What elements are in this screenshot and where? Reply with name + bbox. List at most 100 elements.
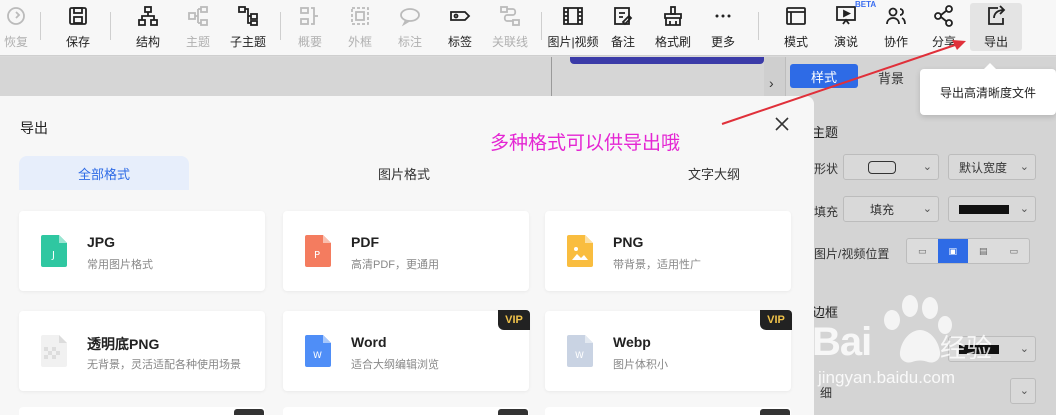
format-card-partial[interactable] [283,407,529,415]
collaborate-icon [884,4,908,28]
word-file-icon: W [305,335,331,367]
toolbar-frame-button[interactable]: 外框 [332,3,388,51]
toolbar-present-button[interactable]: 演说 [818,3,874,51]
width-select[interactable]: 默认宽度 ⌄ [948,154,1036,180]
toolbar-mode-button[interactable]: 模式 [768,3,824,51]
toolbar-relation-line-button[interactable]: 关联线 [482,3,538,51]
format-name: PNG [613,234,644,250]
toolbar-more-button[interactable]: 更多 [695,3,751,51]
format-card-jpg[interactable]: J JPG 常用图片格式 [19,211,265,291]
chevron-down-icon: ⌄ [1019,161,1029,173]
format-description: 图片体积小 [613,359,668,371]
summary-icon [298,4,322,28]
more-icon [711,4,735,28]
toolbar-separator [541,12,542,40]
border-width-select[interactable]: ⌄ [1010,378,1036,404]
toolbar-callout-button[interactable]: 标注 [382,3,438,51]
position-right-option[interactable]: ▭ [999,239,1030,263]
annotation-text: 多种格式可以供导出哦 [490,133,681,154]
vip-badge-partial [234,409,264,415]
chevron-down-icon: ⌄ [922,161,932,173]
shape-label: 形状 [814,162,839,176]
pdf-file-icon: P [305,235,331,267]
close-icon[interactable] [772,114,792,134]
format-name: Word [351,334,387,350]
format-card-transparent-png[interactable]: 透明底PNG 无背景，灵活适配各种使用场景 [19,311,265,391]
position-left-option[interactable]: ▭ [907,239,938,263]
toolbar-topic-button[interactable]: 主题 [170,3,226,51]
format-card-pdf[interactable]: P PDF 高清PDF，更通用 [283,211,529,291]
png-file-icon [567,235,593,267]
tab-background[interactable]: 背景 [878,68,904,87]
canvas-topic-node[interactable] [570,57,764,64]
svg-text:W: W [313,351,322,361]
section-topic-heading: 主题 [812,125,839,140]
toolbar-save-button[interactable]: 保存 [50,3,106,51]
toolbar-image-video-button[interactable]: 图片|视频 [545,3,601,51]
toolbar-separator [40,12,41,40]
tab-image-formats[interactable]: 图片格式 [319,156,489,190]
image-position-label: 图片/视频位置 [814,247,890,261]
format-card-webp[interactable]: W Webp 图片体积小 VIP [545,310,792,391]
format-card-partial[interactable] [545,407,791,415]
format-name: 透明底PNG [87,336,160,352]
watermark-url: jingyan.baidu.com [818,368,956,387]
chevron-down-icon: ⌄ [1019,385,1029,397]
format-name: JPG [87,234,116,250]
jpg-file-icon: J [41,235,67,267]
fill-select-value: 填充 [870,202,895,217]
main-toolbar: 恢复 保存 结构 主题 子主题 概要 外框 标注 标签 关联线 图片|视频 备注… [0,0,1056,56]
subtopic-icon [236,4,260,28]
toolbar-format-brush-button[interactable]: 格式刷 [645,3,701,51]
format-name: PDF [351,234,379,250]
toolbar-redo-button[interactable]: 恢复 [0,3,44,51]
fill-select[interactable]: 填充 ⌄ [843,196,939,222]
shape-select[interactable]: ⌄ [843,154,939,180]
toolbar-tag-button[interactable]: 标签 [432,3,488,51]
callout-icon [398,4,422,28]
format-name: Webp [613,334,651,350]
tag-icon [448,4,472,28]
format-card-partial[interactable] [19,407,265,415]
toolbar-structure-button[interactable]: 结构 [120,3,176,51]
note-icon [611,4,635,28]
toolbar-share-button[interactable]: 分享 [916,3,972,51]
watermark-brand: Bai [812,320,872,364]
toolbar-separator [280,12,281,40]
svg-text:P: P [314,250,320,261]
position-bottom-option[interactable]: ▤ [968,239,999,263]
format-description: 无背景，灵活适配各种使用场景 [87,359,241,371]
image-video-icon [561,4,585,28]
format-description: 适合大纲编辑浏览 [351,359,439,371]
toolbar-note-button[interactable]: 备注 [595,3,651,51]
vip-badge: VIP [760,310,792,330]
position-top-option[interactable]: ▣ [937,239,968,263]
format-card-word[interactable]: W Word 适合大纲编辑浏览 VIP [283,310,530,391]
toolbar-separator [110,12,111,40]
rounded-rect-shape-icon [868,160,896,174]
redo-icon [4,4,28,28]
tab-all-formats[interactable]: 全部格式 [19,156,189,190]
svg-text:J: J [51,250,55,261]
chevron-down-icon: ⌄ [1019,203,1029,215]
tab-text-outline[interactable]: 文字大纲 [629,156,799,190]
format-card-png[interactable]: PNG 带背景，适用性广 [545,211,791,291]
width-select-value: 默认宽度 [959,160,1008,175]
toolbar-subtopic-button[interactable]: 子主题 [220,3,276,51]
vip-badge-partial [498,409,528,415]
structure-icon [136,4,160,28]
color-swatch [959,204,1009,214]
toolbar-export-button[interactable]: 导出 [970,3,1022,51]
toolbar-summary-button[interactable]: 概要 [282,3,338,51]
fill-color-select[interactable]: ⌄ [948,196,1036,222]
fill-label: 填充 [814,205,839,219]
tab-style[interactable]: 样式 [790,64,858,88]
export-icon [984,4,1008,28]
dialog-title: 导出 [20,120,48,136]
chevron-right-icon: › [769,75,774,91]
canvas-connector-line [551,57,552,97]
format-description: 带背景，适用性广 [613,259,701,271]
watermark-text: 经验 [940,333,993,363]
frame-icon [348,4,372,28]
mode-icon [784,4,808,28]
